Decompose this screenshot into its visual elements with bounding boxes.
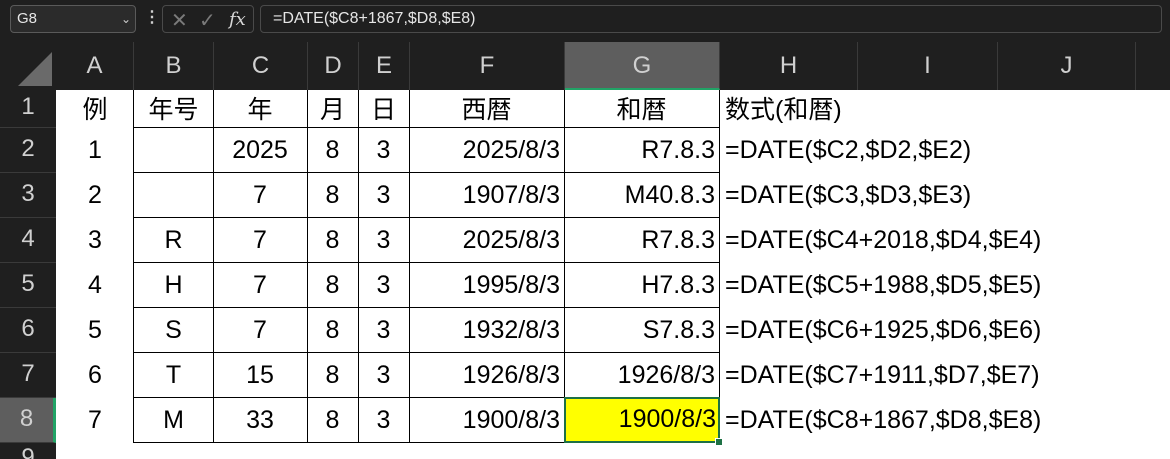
cell-formula[interactable]: =DATE($C2,$D2,$E2) bbox=[720, 128, 1140, 173]
more-vertical-icon[interactable]: ⋮ bbox=[144, 8, 160, 28]
cell-western-date[interactable]: 1932/8/3 bbox=[409, 307, 565, 353]
row-header-6[interactable]: 6 bbox=[0, 308, 56, 353]
cell-western-date[interactable]: 1995/8/3 bbox=[409, 262, 565, 308]
cell-japanese-date[interactable]: 1926/8/3 bbox=[564, 352, 720, 398]
cell-western-date[interactable]: 1900/8/3 bbox=[409, 397, 565, 443]
row-header-9[interactable]: 9 bbox=[0, 443, 56, 459]
cell-month[interactable]: 8 bbox=[307, 172, 359, 218]
formula-buttons: ✕ ✓ fx bbox=[162, 5, 254, 33]
column-header-d[interactable]: D bbox=[308, 42, 359, 90]
column-header-f[interactable]: F bbox=[410, 42, 565, 90]
cell-era[interactable]: T bbox=[133, 352, 214, 398]
header-cell-year[interactable]: 年 bbox=[213, 90, 308, 128]
cell-formula[interactable]: =DATE($C5+1988,$D5,$E5) bbox=[720, 263, 1140, 308]
cell-formula[interactable]: =DATE($C7+1911,$D7,$E7) bbox=[720, 353, 1140, 398]
cell-year[interactable]: 7 bbox=[213, 172, 308, 218]
formula-text: =DATE($C8+1867,$D8,$E8) bbox=[273, 10, 476, 27]
check-icon[interactable]: ✓ bbox=[199, 8, 216, 33]
cell-day[interactable]: 3 bbox=[358, 262, 410, 308]
cell-month[interactable]: 8 bbox=[307, 217, 359, 263]
cell-formula[interactable]: =DATE($C3,$D3,$E3) bbox=[720, 173, 1140, 218]
select-all-corner[interactable] bbox=[0, 42, 56, 90]
cell-japanese-date[interactable]: S7.8.3 bbox=[564, 307, 720, 353]
cell-year[interactable]: 7 bbox=[213, 307, 308, 353]
cell-example[interactable]: 3 bbox=[56, 218, 134, 263]
header-cell-example[interactable]: 例 bbox=[56, 90, 134, 128]
formula-bar: G8 ⌄ ⋮ ✕ ✓ fx =DATE($C8+1867,$D8,$E8) bbox=[0, 0, 1170, 42]
row-header-8[interactable]: 8 bbox=[0, 398, 56, 443]
close-icon[interactable]: ✕ bbox=[171, 8, 188, 33]
cell-example[interactable]: 2 bbox=[56, 173, 134, 218]
header-cell-day[interactable]: 日 bbox=[358, 90, 410, 128]
cell-month[interactable]: 8 bbox=[307, 352, 359, 398]
sheet-grid: 例 年号 年 月 日 西暦 和暦 数式(和暦) 1 2025 8 3 2025/… bbox=[56, 90, 1170, 459]
cell-japanese-date[interactable]: R7.8.3 bbox=[564, 217, 720, 263]
cell-year[interactable]: 2025 bbox=[213, 127, 308, 173]
name-box-value: G8 bbox=[17, 10, 38, 27]
cell-western-date[interactable]: 2025/8/3 bbox=[409, 127, 565, 173]
cell-month[interactable]: 8 bbox=[307, 307, 359, 353]
cell-year[interactable]: 33 bbox=[213, 397, 308, 443]
cell-japanese-date[interactable]: R7.8.3 bbox=[564, 127, 720, 173]
cell-month[interactable]: 8 bbox=[307, 127, 359, 173]
cell-era[interactable]: H bbox=[133, 262, 214, 308]
cell-day[interactable]: 3 bbox=[358, 217, 410, 263]
row-header-4[interactable]: 4 bbox=[0, 218, 56, 263]
fill-handle[interactable] bbox=[715, 438, 723, 446]
cell-day[interactable]: 3 bbox=[358, 127, 410, 173]
cell-era[interactable] bbox=[133, 172, 214, 218]
cell-month[interactable]: 8 bbox=[307, 397, 359, 443]
cell-example[interactable]: 5 bbox=[56, 308, 134, 353]
cell-day[interactable]: 3 bbox=[358, 172, 410, 218]
column-header-a[interactable]: A bbox=[56, 42, 134, 90]
cell-japanese-date[interactable]: M40.8.3 bbox=[564, 172, 720, 218]
header-cell-era[interactable]: 年号 bbox=[133, 90, 214, 128]
cell-example[interactable]: 1 bbox=[56, 128, 134, 173]
cell-era[interactable]: R bbox=[133, 217, 214, 263]
cell-japanese-date[interactable]: H7.8.3 bbox=[564, 262, 720, 308]
header-cell-japanese[interactable]: 和暦 bbox=[564, 90, 720, 128]
row-header-7[interactable]: 7 bbox=[0, 353, 56, 398]
cell-day[interactable]: 3 bbox=[358, 307, 410, 353]
cell-year[interactable]: 7 bbox=[213, 217, 308, 263]
cell-example[interactable]: 7 bbox=[56, 398, 134, 443]
column-header-i[interactable]: I bbox=[858, 42, 998, 90]
row-header-3[interactable]: 3 bbox=[0, 173, 56, 218]
column-header-j[interactable]: J bbox=[998, 42, 1136, 90]
formula-input[interactable]: =DATE($C8+1867,$D8,$E8) bbox=[260, 5, 1162, 33]
cell-formula[interactable]: =DATE($C4+2018,$D4,$E4) bbox=[720, 218, 1140, 263]
column-header-e[interactable]: E bbox=[359, 42, 410, 90]
name-box[interactable]: G8 ⌄ bbox=[10, 5, 136, 33]
cell-era[interactable]: S bbox=[133, 307, 214, 353]
row-header-5[interactable]: 5 bbox=[0, 263, 56, 308]
cell-western-date[interactable]: 1907/8/3 bbox=[409, 172, 565, 218]
column-header-h[interactable]: H bbox=[720, 42, 858, 90]
cell-formula[interactable]: =DATE($C8+1867,$D8,$E8) bbox=[720, 398, 1140, 443]
cell-year[interactable]: 15 bbox=[213, 352, 308, 398]
cell-day[interactable]: 3 bbox=[358, 352, 410, 398]
row-header-2[interactable]: 2 bbox=[0, 128, 56, 173]
column-header-b[interactable]: B bbox=[134, 42, 214, 90]
cell-formula[interactable]: =DATE($C6+1925,$D6,$E6) bbox=[720, 308, 1140, 353]
cell-example[interactable]: 6 bbox=[56, 353, 134, 398]
column-header-c[interactable]: C bbox=[214, 42, 308, 90]
row-header-1[interactable]: 1 bbox=[0, 90, 56, 128]
cell-month[interactable]: 8 bbox=[307, 262, 359, 308]
cell-example[interactable]: 4 bbox=[56, 263, 134, 308]
cell-western-date[interactable]: 1926/8/3 bbox=[409, 352, 565, 398]
header-cell-western[interactable]: 西暦 bbox=[409, 90, 565, 128]
fx-icon[interactable]: fx bbox=[229, 9, 246, 30]
header-cell-formula[interactable]: 数式(和暦) bbox=[720, 90, 1020, 128]
chevron-down-icon[interactable]: ⌄ bbox=[121, 6, 131, 32]
cell-era[interactable] bbox=[133, 127, 214, 173]
cell-year[interactable]: 7 bbox=[213, 262, 308, 308]
column-header-g[interactable]: G bbox=[565, 42, 720, 90]
cell-day[interactable]: 3 bbox=[358, 397, 410, 443]
header-cell-month[interactable]: 月 bbox=[307, 90, 359, 128]
cell-western-date[interactable]: 2025/8/3 bbox=[409, 217, 565, 263]
cell-era[interactable]: M bbox=[133, 397, 214, 443]
cell-japanese-date-selected[interactable]: 1900/8/3 bbox=[564, 397, 720, 443]
